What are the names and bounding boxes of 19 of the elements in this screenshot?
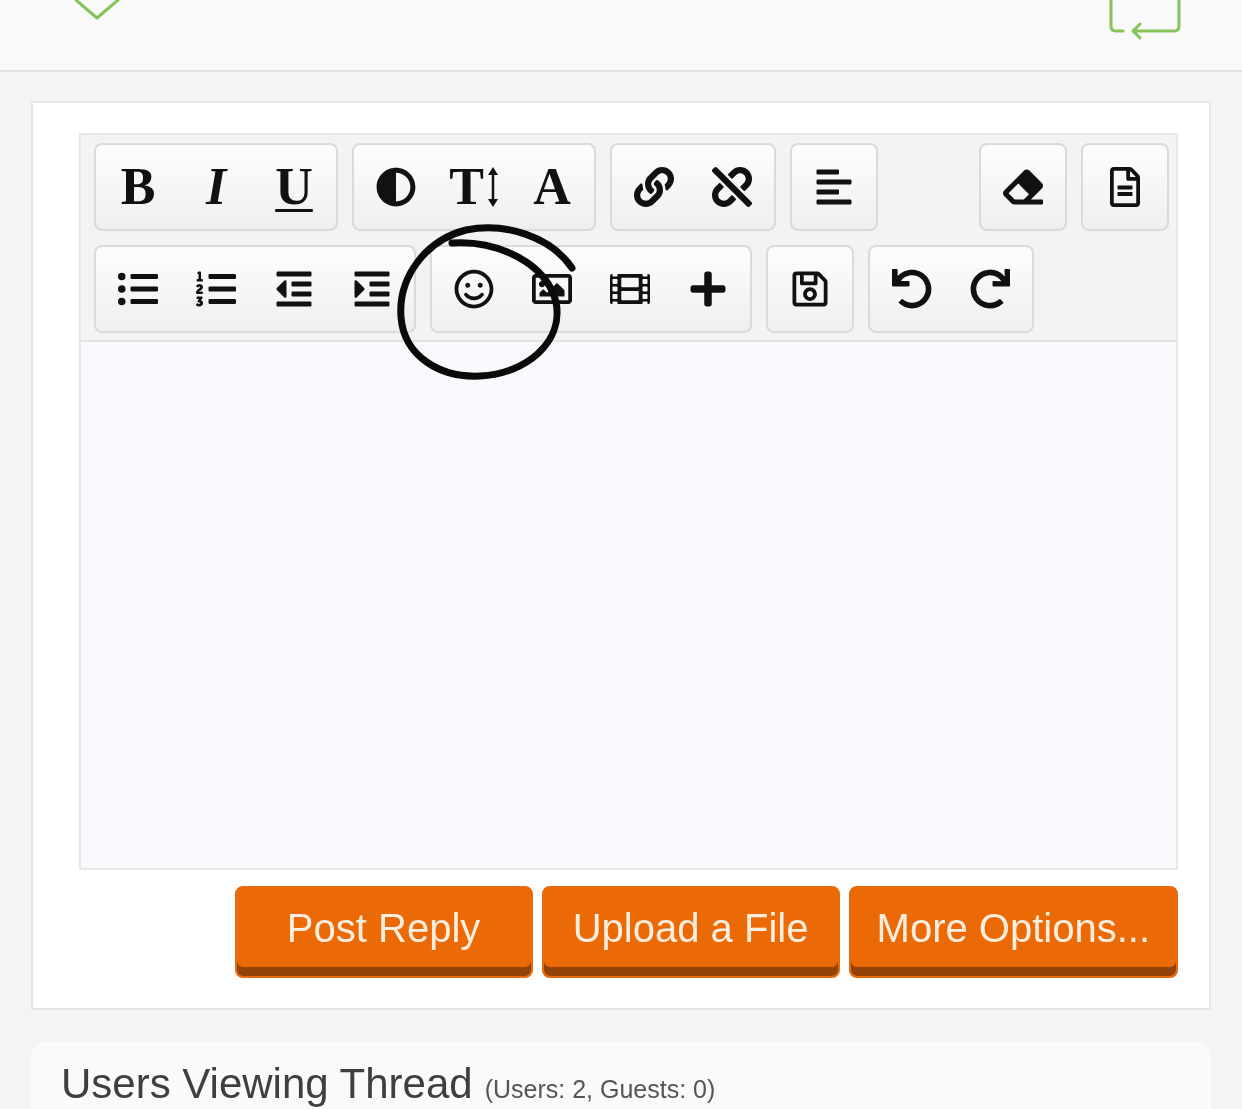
viewer-count: (Users: 2, Guests: 0) xyxy=(484,1074,716,1104)
redo-icon xyxy=(970,269,1010,309)
undo-icon xyxy=(892,269,932,309)
bold-button[interactable]: B xyxy=(99,145,177,229)
underline-button[interactable]: U xyxy=(255,145,333,229)
section-title: Users Viewing Thread xyxy=(61,1060,473,1108)
text-size-button[interactable]: T xyxy=(435,145,513,229)
eraser-icon xyxy=(1003,167,1043,207)
font-color-button[interactable]: A xyxy=(513,145,591,229)
smiley-icon xyxy=(454,269,494,309)
plus-icon xyxy=(688,269,728,309)
slashed-chain-icon xyxy=(712,167,752,207)
numbered-list-icon xyxy=(196,269,236,309)
align-left-icon xyxy=(814,167,854,207)
outdent-icon xyxy=(274,269,314,309)
chain-link-icon xyxy=(634,167,674,207)
italic-button[interactable]: I xyxy=(177,145,255,229)
vertical-arrow-icon xyxy=(486,166,499,208)
indent-icon xyxy=(352,269,392,309)
